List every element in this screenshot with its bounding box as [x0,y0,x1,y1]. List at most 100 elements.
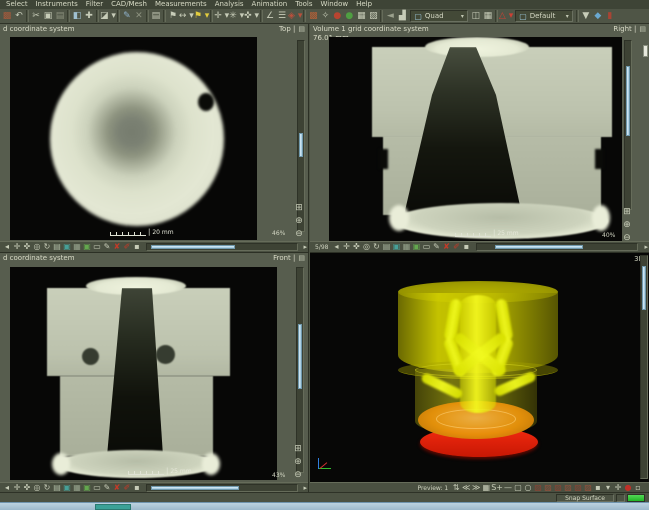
menu-select[interactable]: Select [2,0,32,9]
fast-back-icon[interactable]: ≪ [461,483,471,492]
grid-layout-icon[interactable]: ▦ [482,10,494,23]
flag-icon[interactable]: ⚑ [167,10,179,23]
mesh-icon[interactable]: ▨ [367,10,379,23]
zoom-out-icon[interactable]: ⊖ [293,228,305,241]
pencil-icon[interactable]: ✎ [102,242,112,252]
record-icon[interactable]: ● [623,483,633,492]
menu-measurements[interactable]: Measurements [151,0,211,9]
pan-icon[interactable]: ✛ [341,242,351,252]
green-box-icon[interactable]: ▣ [82,483,92,492]
step-icon[interactable]: ⇅ [451,483,461,492]
delete-icon[interactable]: ✕ [133,10,145,23]
panel-menu-icon[interactable]: ▤ [298,253,305,263]
light-box-icon[interactable]: ▢ [513,483,523,492]
menu-instruments[interactable]: Instruments [32,0,82,9]
red-pencil-icon[interactable]: ✐ [451,242,461,252]
slice-box-icon[interactable]: ▤ [52,242,62,252]
horizontal-scrollbar[interactable] [476,243,638,251]
nav-arrow-icon[interactable]: ◂ [2,483,12,492]
panel-menu-icon[interactable]: ▤ [639,24,646,34]
zoom-in-icon[interactable]: ⊕ [621,219,633,232]
clip-brick-4-icon[interactable]: ▨ [563,483,573,492]
clip-brick-1-icon[interactable]: ▨ [533,483,543,492]
pan-icon[interactable]: ✛ [12,483,22,492]
pointer-tool-icon[interactable]: ✛ ▾ [214,10,229,23]
vertical-scrollbar[interactable] [640,255,648,479]
red-x-icon[interactable]: ✘ [112,483,122,492]
menu-analysis[interactable]: Analysis [211,0,248,9]
clipped-icon[interactable]: ▮ [604,10,616,23]
horizontal-scrollbar[interactable] [146,243,298,251]
panel-menu-icon[interactable]: ▤ [298,24,305,34]
warning-icon[interactable]: △ ▾ [499,10,513,23]
vertical-scroll-thumb[interactable] [299,133,303,157]
angle-tool-icon[interactable]: ∠ [264,10,276,23]
vertical-scroll-thumb[interactable] [642,266,646,310]
project-icon[interactable]: ▩ [1,10,13,23]
menu-cad-mesh[interactable]: CAD/Mesh [107,0,151,9]
pan-icon[interactable]: ✛ [12,242,22,252]
note-icon[interactable]: ▭ [92,483,102,492]
cross-icon[interactable]: ✛ [613,483,623,492]
rotate-icon[interactable]: ↻ [42,483,52,492]
probe-icon[interactable]: ✜ [22,483,32,492]
taskbar-strip[interactable] [0,502,649,510]
palette-icon[interactable]: ▩ [307,10,319,23]
histogram-icon[interactable]: ▟ [396,10,408,23]
layer-icon[interactable]: ▦ [72,483,82,492]
add-object-icon[interactable]: ✚ [83,10,95,23]
green-sphere-icon[interactable]: ● [343,10,355,23]
surface-plus-icon[interactable]: S+ [491,483,503,492]
top-view-image[interactable]: | 20 mm [10,37,257,240]
teal-box-icon[interactable]: ▣ [62,242,72,252]
horizontal-scroll-thumb[interactable] [495,245,583,249]
zoom-out-icon[interactable]: ⊖ [292,469,304,482]
horizontal-scrollbar[interactable] [146,484,298,492]
menu-filter[interactable]: Filter [82,0,107,9]
horizontal-scroll-thumb[interactable] [151,245,235,249]
caret-icon[interactable]: ▾ [603,483,613,492]
layer-icon[interactable]: ▦ [72,242,82,252]
vertical-scrollbar[interactable] [624,40,632,210]
paste-icon[interactable]: ▤ [54,10,66,23]
green-box-icon[interactable]: ▣ [82,242,92,252]
fit-view-icon[interactable]: ⊞ [292,443,304,456]
note-icon[interactable]: ▭ [92,242,102,252]
grid-icon[interactable]: ▦ [481,483,491,492]
tiny-box-icon[interactable]: ▫ [633,483,643,492]
undo-icon[interactable]: ↶ [13,10,25,23]
minus-icon[interactable]: — [503,483,513,492]
nav-back-icon[interactable]: ◄ [384,10,396,23]
fit-view-icon[interactable]: ⊞ [621,206,633,219]
dot-icon[interactable]: ▪ [132,242,142,252]
small-box-icon[interactable]: ▪ [593,483,603,492]
volume-dropdown-icon[interactable]: ◪ ▾ [100,10,116,23]
visibility-icon[interactable]: ◎ [32,483,42,492]
teal-box-icon[interactable]: ▣ [62,483,72,492]
zoom-in-icon[interactable]: ⊕ [293,215,305,228]
pencil-icon[interactable]: ✎ [431,242,441,252]
teal-box-icon[interactable]: ▣ [391,242,401,252]
star-tool-icon[interactable]: ✳ ▾ [229,10,244,23]
list-icon[interactable]: ☰ [276,10,288,23]
dot-icon[interactable]: ▪ [461,242,471,252]
menu-tools[interactable]: Tools [291,0,316,9]
nav-arrow-icon[interactable]: ◂ [331,242,341,252]
visibility-icon[interactable]: ◎ [361,242,371,252]
visibility-icon[interactable]: ◎ [32,242,42,252]
report-icon[interactable]: ▤ [150,10,162,23]
draw-icon[interactable]: ✎ [121,10,133,23]
rotate-icon[interactable]: ↻ [42,242,52,252]
zoom-in-icon[interactable]: ⊕ [292,456,304,469]
scroll-right-arrow[interactable]: ▸ [303,243,307,252]
refresh-icon[interactable]: ○ [523,483,533,492]
checker-icon[interactable]: ▦ [355,10,367,23]
marker-flag-icon[interactable]: ⚑ ▾ [194,10,209,23]
layout-combo[interactable]: ▢ Quad ▾ [410,10,468,22]
fit-view-icon[interactable]: ⊞ [293,202,305,215]
clip-brick-3-icon[interactable]: ▨ [553,483,563,492]
preset-combo[interactable]: ▢ Default ▾ [515,10,573,22]
gem-blue-icon[interactable]: ◆ [592,10,604,23]
move-tool-icon[interactable]: ↔ ▾ [179,10,194,23]
vertical-scroll-thumb[interactable] [298,324,302,389]
